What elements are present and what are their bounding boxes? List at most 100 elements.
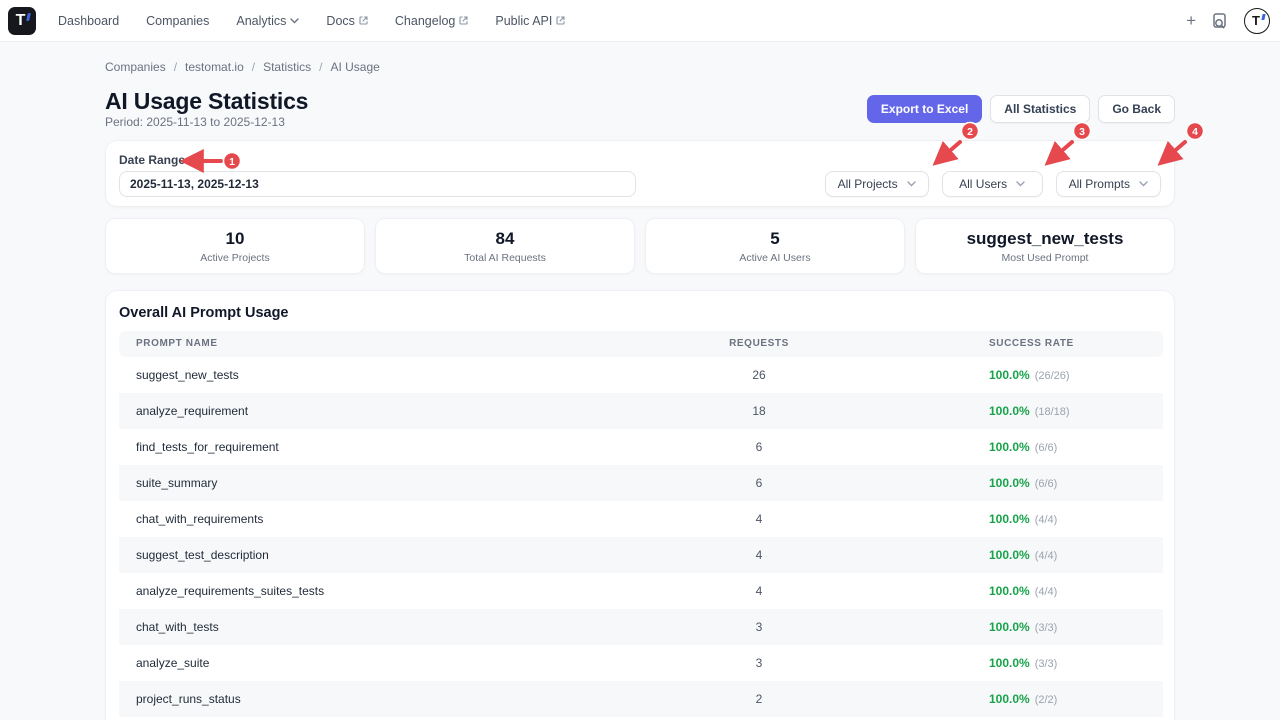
table-row: analyze_suite3100.0%(3/3)	[119, 645, 1163, 681]
breadcrumb-statistics[interactable]: Statistics	[263, 60, 311, 74]
rate-percent: 100.0%	[989, 620, 1030, 634]
nav-item-companies[interactable]: Companies	[146, 14, 209, 28]
col-success-rate: SUCCESS RATE	[989, 331, 1074, 357]
prompt-name-cell: analyze_requirement	[136, 393, 248, 429]
success-rate-cell: 100.0% (4/4)	[989, 501, 1057, 537]
requests-cell: 3	[679, 609, 839, 645]
go-back-button[interactable]: Go Back	[1098, 95, 1175, 123]
breadcrumb: Companies / testomat.io / Statistics / A…	[105, 60, 380, 74]
rate-fraction: (4/4)	[1035, 514, 1058, 526]
chevron-down-icon	[290, 18, 299, 24]
logo-accent	[26, 13, 31, 21]
rate-fraction: (6/6)	[1035, 478, 1058, 490]
requests-cell: 4	[679, 573, 839, 609]
nav-item-dashboard[interactable]: Dashboard	[58, 14, 119, 28]
rate-fraction: (4/4)	[1035, 550, 1058, 562]
prompt-name-cell: suggest_test_description	[136, 537, 269, 573]
stat-card-most-used-prompt: suggest_new_tests Most Used Prompt	[915, 218, 1175, 274]
prompt-usage-table: PROMPT NAME REQUESTS SUCCESS RATE sugges…	[119, 331, 1163, 717]
prompt-name-cell: find_tests_for_requirement	[136, 429, 279, 465]
col-requests: REQUESTS	[679, 331, 839, 357]
requests-cell: 2	[679, 681, 839, 717]
all-statistics-button[interactable]: All Statistics	[990, 95, 1090, 123]
table-row: suggest_new_tests 26 100.0% (26/26)	[119, 357, 1163, 393]
rate-percent: 100.0%	[989, 476, 1030, 490]
page-title: AI Usage Statistics	[105, 88, 308, 115]
prompt-name-cell: suite_summary	[136, 465, 217, 501]
success-rate-cell: 100.0% (2/2)	[989, 681, 1057, 717]
period-subtitle: Period: 2025-11-13 to 2025-12-13	[105, 115, 285, 129]
chevron-down-icon	[1016, 181, 1025, 187]
plus-icon[interactable]: +	[1186, 12, 1196, 29]
testomat-logo[interactable]: T	[8, 7, 36, 35]
nav-item-analytics[interactable]: Analytics	[236, 14, 299, 28]
filter-dropdowns: All Projects All Users All Prompts	[825, 171, 1161, 197]
prompt-name-cell: analyze_requirements_suites_tests	[136, 573, 324, 609]
rate-percent: 100.0%	[989, 404, 1030, 418]
export-to-excel-button[interactable]: Export to Excel	[867, 95, 982, 123]
date-range-label: Date Range	[119, 153, 185, 167]
breadcrumb-project[interactable]: testomat.io	[185, 60, 244, 74]
rate-fraction: (2/2)	[1035, 694, 1058, 706]
all-prompts-dropdown[interactable]: All Prompts	[1056, 171, 1161, 197]
success-rate-cell: 100.0% (6/6)	[989, 429, 1057, 465]
svg-text:2: 2	[967, 126, 973, 138]
svg-text:3: 3	[1079, 126, 1085, 138]
all-projects-dropdown[interactable]: All Projects	[825, 171, 929, 197]
table-row: suggest_test_description 4 100.0% (4/4)	[119, 537, 1163, 573]
rate-fraction: (18/18)	[1035, 406, 1070, 418]
nav-links: Dashboard Companies Analytics Docs Chang…	[58, 14, 565, 28]
user-avatar[interactable]: T	[1244, 8, 1270, 34]
nav-item-docs[interactable]: Docs	[326, 14, 367, 28]
chevron-down-icon	[907, 181, 916, 187]
prompt-usage-card: Overall AI Prompt Usage PROMPT NAME REQU…	[105, 290, 1175, 720]
external-link-icon	[359, 16, 368, 25]
rate-percent: 100.0%	[989, 548, 1030, 562]
rate-fraction: (6/6)	[1035, 442, 1058, 454]
requests-cell: 6	[679, 465, 839, 501]
requests-cell: 18	[679, 393, 839, 429]
date-range-input[interactable]	[119, 171, 636, 197]
table-row: chat_with_tests3100.0%(3/3)	[119, 609, 1163, 645]
rate-fraction: (4/4)	[1035, 586, 1058, 598]
prompt-name-cell: project_runs_status	[136, 681, 241, 717]
requests-cell: 4	[679, 537, 839, 573]
stat-card-total-ai-requests: 84 Total AI Requests	[375, 218, 635, 274]
prompt-name-cell: suggest_new_tests	[136, 357, 239, 393]
rate-percent: 100.0%	[989, 512, 1030, 526]
svg-text:4: 4	[1192, 126, 1198, 138]
table-row: analyze_requirements_suites_tests 4 100.0%…	[119, 573, 1163, 609]
external-link-icon	[459, 16, 468, 25]
nav-item-public-api[interactable]: Public API	[495, 14, 565, 28]
header-buttons: Export to Excel All Statistics Go Back	[867, 95, 1175, 123]
all-users-dropdown[interactable]: All Users	[942, 171, 1043, 197]
col-prompt-name: PROMPT NAME	[136, 331, 218, 357]
rate-percent: 100.0%	[989, 692, 1030, 706]
table-row: project_runs_status 2 100.0% (2/2)	[119, 681, 1163, 717]
rate-percent: 100.0%	[989, 368, 1030, 382]
rate-percent: 100.0%	[989, 440, 1030, 454]
requests-cell: 26	[679, 357, 839, 393]
stat-card-active-ai-users: 5 Active AI Users	[645, 218, 905, 274]
stat-card-active-projects: 10 Active Projects	[105, 218, 365, 274]
table-header-row: PROMPT NAME REQUESTS SUCCESS RATE	[119, 331, 1163, 357]
top-navbar: T Dashboard Companies Analytics Docs Cha…	[0, 0, 1280, 42]
rate-fraction: (26/26)	[1035, 370, 1070, 382]
nav-item-changelog[interactable]: Changelog	[395, 14, 468, 28]
table-body: suggest_new_tests26100.0%(26/26)analyze_…	[119, 357, 1163, 717]
rate-percent: 100.0%	[989, 584, 1030, 598]
table-title: Overall AI Prompt Usage	[119, 305, 289, 321]
rate-fraction: (3/3)	[1035, 658, 1058, 670]
breadcrumb-ai-usage: AI Usage	[330, 60, 379, 74]
prompt-name-cell: chat_with_tests	[136, 609, 219, 645]
table-row: suite_summary 6 100.0% (6/6)	[119, 465, 1163, 501]
requests-cell: 6	[679, 429, 839, 465]
success-rate-cell: 100.0% (6/6)	[989, 465, 1057, 501]
search-docs-icon[interactable]	[1211, 12, 1229, 30]
success-rate-cell: 100.0% (4/4)	[989, 537, 1057, 573]
success-rate-cell: 100.0% (18/18)	[989, 393, 1070, 429]
table-row: analyze_requirement 18 100.0% (18/18)	[119, 393, 1163, 429]
breadcrumb-companies[interactable]: Companies	[105, 60, 166, 74]
table-row: chat_with_requirements4100.0%(4/4)	[119, 501, 1163, 537]
external-link-icon	[556, 16, 565, 25]
